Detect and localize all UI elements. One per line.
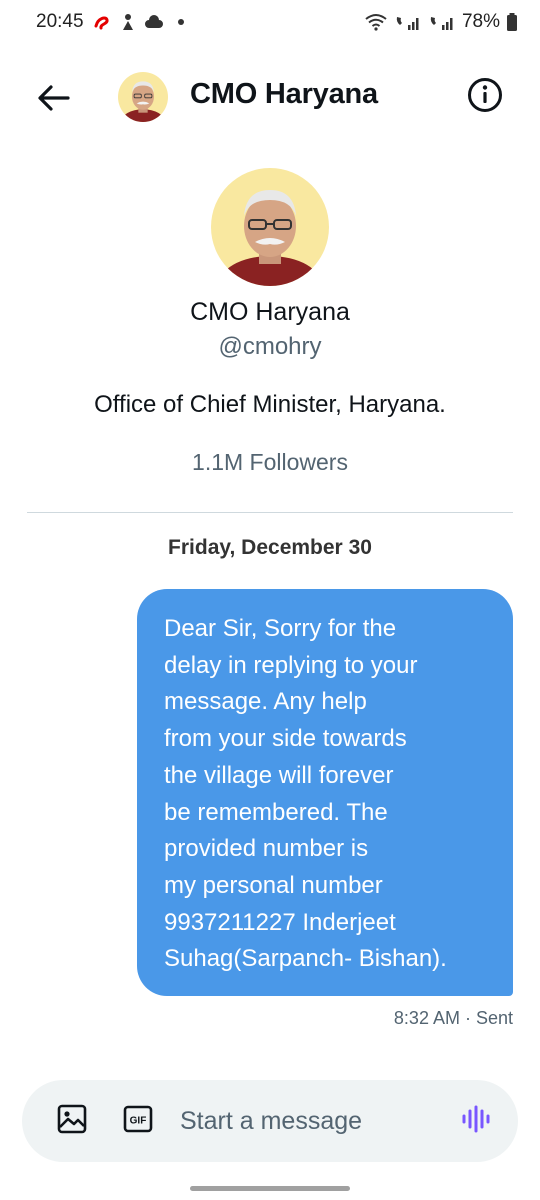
header-title: CMO Haryana <box>190 78 378 110</box>
svg-text:GIF: GIF <box>130 1115 147 1126</box>
profile-avatar[interactable] <box>211 168 329 286</box>
back-button[interactable] <box>34 80 74 120</box>
signal-sim1-icon <box>394 13 422 31</box>
profile-handle[interactable]: @cmohry <box>0 333 540 361</box>
conversation-header: CMO Haryana <box>0 60 540 138</box>
battery-percent: 78% <box>461 11 500 32</box>
info-button[interactable] <box>466 77 504 118</box>
profile-bio: Office of Chief Minister, Haryana. <box>94 391 446 418</box>
voice-icon <box>460 1103 492 1140</box>
notification-icon <box>120 12 136 32</box>
status-bar: 20:45 78% <box>0 0 540 44</box>
voice-message-button[interactable] <box>458 1103 494 1139</box>
date-separator: Friday, December 30 <box>168 536 372 559</box>
status-right: 78% <box>364 11 518 33</box>
message-status: 8:32 AM · Sent <box>393 1008 513 1028</box>
gif-icon: GIF <box>122 1103 154 1140</box>
avatar-portrait <box>118 72 168 122</box>
add-image-button[interactable] <box>54 1103 90 1139</box>
battery-icon <box>506 12 518 32</box>
header-avatar[interactable] <box>118 72 168 122</box>
profile-name[interactable]: CMO Haryana <box>0 298 540 327</box>
more-notifications-icon <box>177 19 184 25</box>
profile-followers[interactable]: 1.1M Followers <box>0 449 540 476</box>
avatar-portrait <box>211 168 329 286</box>
image-icon <box>56 1103 88 1140</box>
signal-sim2-icon <box>428 13 456 31</box>
divider <box>27 512 513 513</box>
profile-summary: CMO Haryana @cmohry Office of Chief Mini… <box>0 168 540 476</box>
cloud-icon <box>144 15 164 29</box>
home-indicator[interactable] <box>190 1186 350 1191</box>
info-icon <box>467 77 503 118</box>
message-composer: GIF <box>22 1080 518 1162</box>
add-gif-button[interactable]: GIF <box>120 1103 156 1139</box>
message-bubble[interactable]: Dear Sir, Sorry for the delay in replyin… <box>137 589 513 996</box>
wifi-icon <box>364 13 388 31</box>
status-left: 20:45 <box>36 11 184 33</box>
message-input[interactable] <box>180 1102 440 1140</box>
airtel-icon <box>92 12 112 32</box>
status-time: 20:45 <box>36 11 84 32</box>
arrow-left-icon <box>37 84 71 116</box>
